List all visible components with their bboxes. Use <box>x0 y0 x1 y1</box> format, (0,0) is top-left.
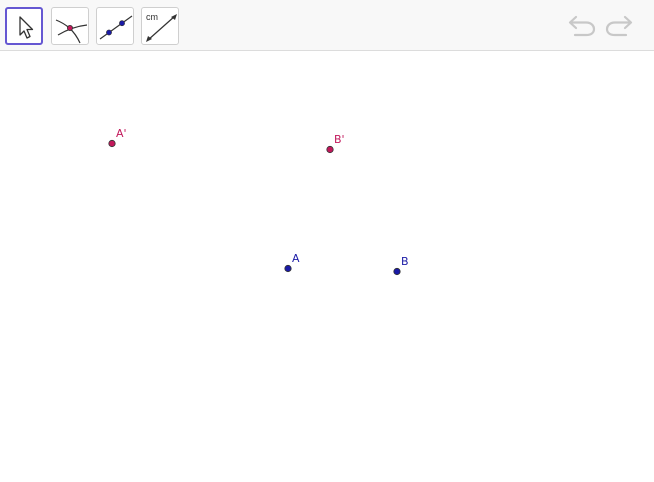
point-b-prime[interactable]: B' <box>326 133 345 154</box>
point-a-dot[interactable] <box>284 264 292 273</box>
graphics-canvas[interactable]: A' B' A B <box>0 52 654 482</box>
point-b-prime-dot[interactable] <box>326 145 334 154</box>
toolbar: cm <box>0 0 654 51</box>
point-a[interactable]: A <box>284 252 300 273</box>
intersect-tool-button[interactable] <box>51 7 89 45</box>
intersect-curves-icon <box>55 19 88 44</box>
point-b-label: B <box>401 255 409 268</box>
segment-length-icon: cm <box>146 12 177 42</box>
segment-length-tool-button[interactable]: cm <box>141 7 179 45</box>
line-through-points-icon <box>99 15 133 40</box>
line-tool-button[interactable] <box>96 7 134 45</box>
redo-icon <box>605 15 633 37</box>
undo-icon <box>568 15 596 37</box>
point-a-prime[interactable]: A' <box>108 127 127 148</box>
point-a-prime-dot[interactable] <box>108 139 116 148</box>
geogebra-app: cm A' B' A B <box>0 0 654 482</box>
segment-length-label: cm <box>146 12 158 22</box>
point-b[interactable]: B <box>393 255 409 276</box>
point-b-prime-label: B' <box>334 133 345 146</box>
point-a-prime-label: A' <box>116 127 127 140</box>
redo-button[interactable] <box>604 13 634 39</box>
undo-button[interactable] <box>567 13 597 39</box>
point-b-dot[interactable] <box>393 267 401 276</box>
point-a-label: A <box>292 252 300 265</box>
cursor-arrow-icon <box>19 16 34 39</box>
move-tool-button[interactable] <box>5 7 43 45</box>
